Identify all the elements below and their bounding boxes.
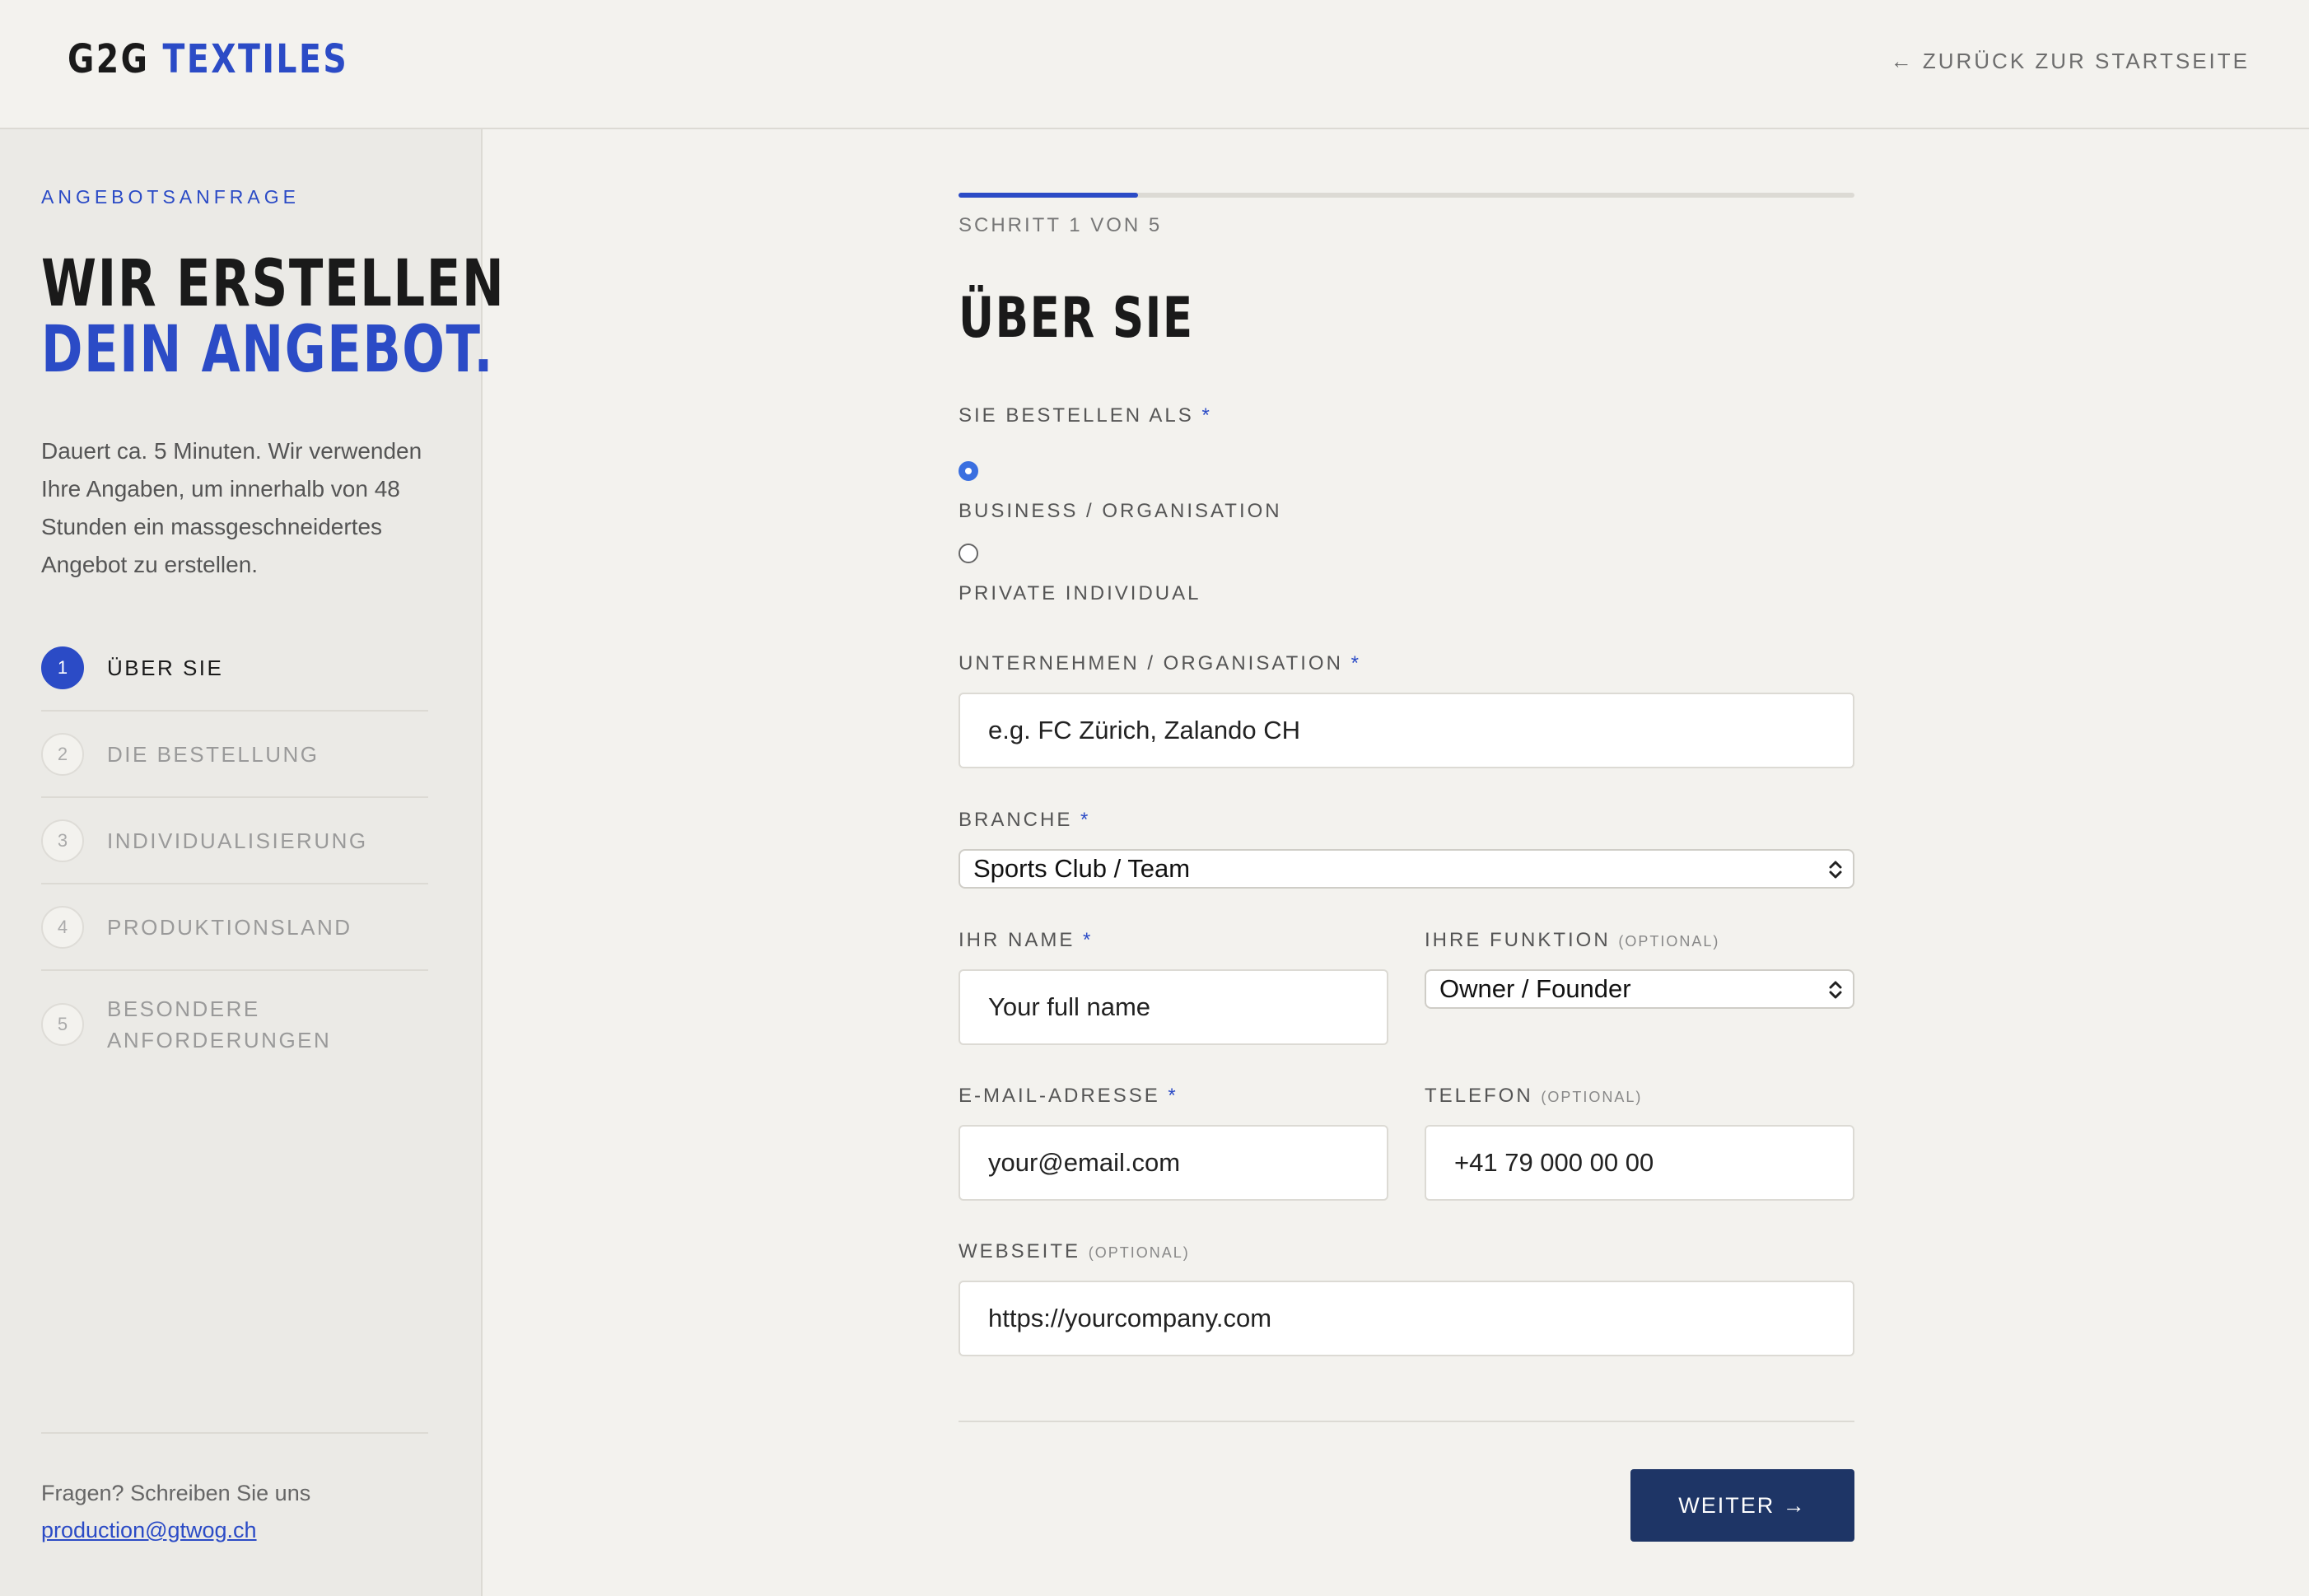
contact-text: Fragen? Schreiben Sie uns	[41, 1481, 311, 1505]
sidebar-title-line2: DEIN ANGEBOT.	[41, 313, 495, 387]
industry-label: BRANCHE *	[959, 806, 1090, 834]
select-arrows-icon	[1829, 861, 1842, 879]
next-button[interactable]: WEITER →	[1630, 1469, 1854, 1542]
website-label: WEBSEITE (OPTIONAL)	[959, 1238, 1190, 1267]
step-list: 1 ÜBER SIE 2 DIE BESTELLUNG 3 INDIVIDUAL…	[41, 625, 428, 1078]
function-select-value: Owner / Founder	[1439, 974, 1631, 1003]
logo-part-g2g: G2G	[68, 36, 150, 82]
phone-label: TELEFON (OPTIONAL)	[1425, 1082, 1642, 1111]
email-label: E-MAIL-ADRESSE *	[959, 1082, 1178, 1110]
step-counter: SCHRITT 1 VON 5	[959, 214, 1163, 236]
sidebar-footer: Fragen? Schreiben Sie uns production@gtw…	[41, 1432, 428, 1549]
step-label: ÜBER SIE	[107, 655, 224, 680]
form-title: ÜBER SIE	[959, 286, 1194, 351]
progress-bar	[959, 193, 1854, 198]
required-marker: *	[1350, 652, 1361, 674]
function-label-text: IHRE FUNKTION	[1425, 929, 1611, 951]
step-item-production-country[interactable]: 4 PRODUKTIONSLAND	[41, 884, 428, 971]
sidebar-title-line1: WIR ERSTELLEN	[41, 247, 506, 321]
select-arrows-icon	[1829, 981, 1842, 999]
sidebar-eyebrow: ANGEBOTSANFRAGE	[41, 186, 300, 208]
company-label: UNTERNEHMEN / ORGANISATION *	[959, 650, 1361, 678]
name-label: IHR NAME *	[959, 926, 1093, 954]
radio-business-label[interactable]: BUSINESS / ORGANISATION	[959, 497, 1282, 525]
company-label-text: UNTERNEHMEN / ORGANISATION	[959, 652, 1343, 674]
function-select[interactable]: Owner / Founder	[1425, 969, 1854, 1009]
phone-input[interactable]	[1425, 1125, 1854, 1201]
name-label-text: IHR NAME	[959, 929, 1075, 951]
industry-label-text: BRANCHE	[959, 809, 1073, 831]
email-label-text: E-MAIL-ADRESSE	[959, 1085, 1160, 1107]
progress-fill	[959, 193, 1138, 198]
website-input[interactable]	[959, 1281, 1854, 1356]
step-label: BESONDERE ANFORDERUNGEN	[107, 996, 332, 1052]
name-input[interactable]	[959, 969, 1388, 1045]
optional-tag: (OPTIONAL)	[1618, 933, 1720, 950]
step-label: PRODUKTIONSLAND	[107, 914, 352, 940]
radio-business[interactable]	[959, 461, 978, 481]
step-number: 4	[41, 905, 84, 949]
step-number: 5	[41, 1003, 84, 1046]
step-item-customization[interactable]: 3 INDIVIDUALISIERUNG	[41, 798, 428, 884]
phone-label-text: TELEFON	[1425, 1085, 1533, 1107]
industry-select[interactable]: Sports Club / Team	[959, 849, 1854, 889]
form-divider	[959, 1421, 1854, 1422]
email-input[interactable]	[959, 1125, 1388, 1201]
step-label: INDIVIDUALISIERUNG	[107, 828, 368, 853]
optional-tag: (OPTIONAL)	[1088, 1244, 1190, 1261]
required-marker: *	[1083, 929, 1094, 951]
step-number: 2	[41, 732, 84, 776]
required-marker: *	[1168, 1085, 1178, 1107]
step-number: 3	[41, 819, 84, 862]
contact-email-link[interactable]: production@gtwog.ch	[41, 1518, 257, 1542]
optional-tag: (OPTIONAL)	[1541, 1089, 1643, 1105]
step-label: DIE BESTELLUNG	[107, 741, 320, 767]
company-input[interactable]	[959, 693, 1854, 768]
step-item-order[interactable]: 2 DIE BESTELLUNG	[41, 712, 428, 798]
website-label-text: WEBSEITE	[959, 1240, 1081, 1262]
back-to-home-link[interactable]: ← ZURÜCK ZUR STARTSEITE	[1891, 46, 2250, 76]
sidebar-description: Dauert ca. 5 Minuten. Wir verwenden Ihre…	[41, 438, 422, 577]
industry-select-value: Sports Club / Team	[973, 854, 1191, 883]
order-as-label: SIE BESTELLEN ALS *	[959, 402, 1212, 430]
step-item-about-you[interactable]: 1 ÜBER SIE	[41, 625, 428, 712]
sidebar: ANGEBOTSANFRAGE WIR ERSTELLEN DEIN ANGEB…	[0, 129, 504, 1596]
radio-private[interactable]	[959, 544, 978, 563]
step-item-special-requirements[interactable]: 5 BESONDERE ANFORDERUNGEN	[41, 971, 428, 1078]
radio-private-label[interactable]: PRIVATE INDIVIDUAL	[959, 580, 1201, 608]
function-label: IHRE FUNKTION (OPTIONAL)	[1425, 926, 1719, 955]
step-number: 1	[41, 646, 84, 689]
brand-logo[interactable]: G2G TEXTILES	[68, 35, 348, 84]
required-marker: *	[1080, 809, 1091, 831]
order-as-label-text: SIE BESTELLEN ALS	[959, 404, 1194, 427]
required-marker: *	[1201, 404, 1212, 427]
top-header: G2G TEXTILES ← ZURÜCK ZUR STARTSEITE	[0, 0, 2309, 129]
sidebar-title: WIR ERSTELLEN DEIN ANGEBOT.	[41, 251, 505, 383]
logo-part-textiles: TEXTILES	[162, 36, 349, 82]
